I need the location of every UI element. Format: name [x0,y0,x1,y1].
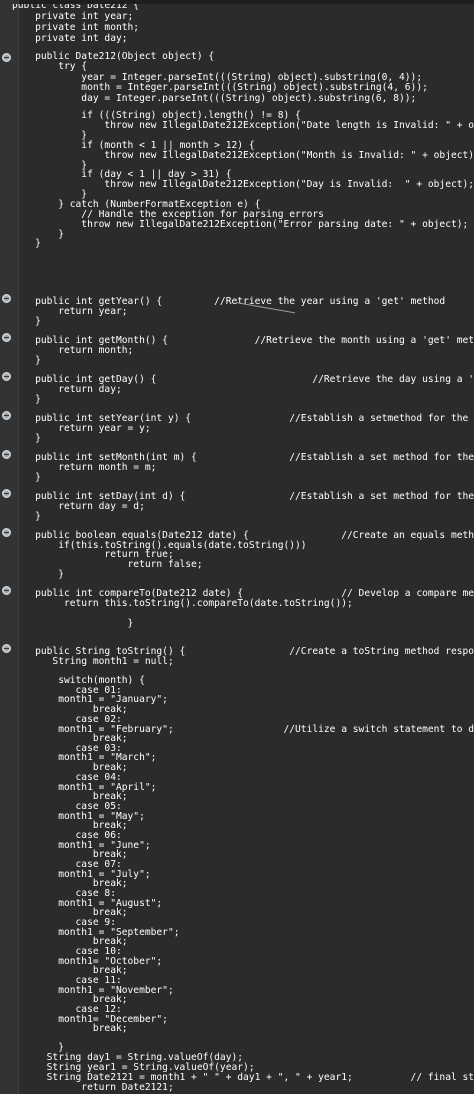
code-line[interactable]: } [12,394,41,406]
breakpoint-marker-icon[interactable] [2,411,11,420]
code-area[interactable]: public class Date212 { private int year;… [12,4,474,1094]
code-line[interactable]: throw new IllegalDate212Exception("Error… [12,219,468,231]
breakpoint-marker-icon[interactable] [2,450,11,459]
code-line[interactable]: day = Integer.parseInt(((String) object)… [12,93,416,105]
code-line[interactable]: } [12,618,134,630]
code-line[interactable]: return this.toString().compareTo(date.to… [12,598,353,610]
code-line[interactable]: String month1 = null; [12,656,173,668]
code-editor[interactable]: public class Date212 { private int year;… [0,0,474,1094]
code-line[interactable]: return Date2121; [12,1082,173,1094]
breakpoint-marker-icon[interactable] [2,53,11,62]
breakpoint-marker-icon[interactable] [2,528,11,537]
code-line[interactable]: break; [12,1023,128,1035]
breakpoint-marker-icon[interactable] [2,644,11,653]
code-line[interactable]: } [12,238,41,250]
code-line[interactable]: } [12,511,41,523]
code-line[interactable]: } [12,569,64,581]
breakpoint-marker-icon[interactable] [2,489,11,498]
code-line[interactable]: } [12,433,41,445]
breakpoint-marker-icon[interactable] [2,333,11,342]
breakpoint-marker-icon[interactable] [2,294,11,303]
code-line[interactable]: } [12,355,41,367]
breakpoint-marker-icon[interactable] [2,586,11,595]
code-line[interactable]: } [12,472,41,484]
code-line[interactable]: } [12,316,41,328]
code-line[interactable]: private int day; [12,33,127,45]
breakpoint-marker-icon[interactable] [2,372,11,381]
